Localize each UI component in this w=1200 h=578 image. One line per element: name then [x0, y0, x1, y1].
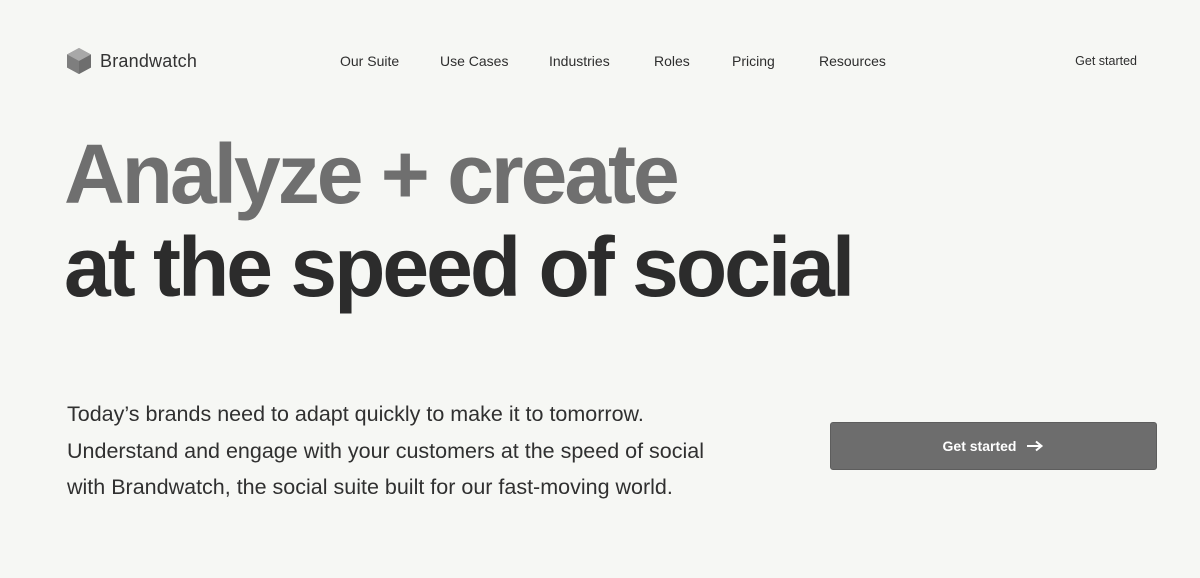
arrow-right-icon	[1027, 440, 1044, 452]
page: Brandwatch Our Suite Use Cases Industrie…	[0, 0, 1200, 578]
description-line: Today’s brands need to adapt quickly to …	[67, 402, 644, 426]
hero-headline: Analyze + create at the speed of social	[64, 127, 855, 314]
nav-item-industries[interactable]: Industries	[549, 53, 610, 69]
hero-description: Today’s brands need to adapt quickly to …	[67, 396, 787, 506]
nav-item-our-suite[interactable]: Our Suite	[340, 53, 399, 69]
nav-item-pricing[interactable]: Pricing	[732, 53, 775, 69]
nav-item-use-cases[interactable]: Use Cases	[440, 53, 508, 69]
site-header: Brandwatch Our Suite Use Cases Industrie…	[0, 0, 1200, 122]
headline-line-1: Analyze + create	[64, 127, 680, 221]
description-line: with Brandwatch, the social suite built …	[67, 475, 673, 499]
header-get-started-link[interactable]: Get started	[1075, 54, 1137, 68]
cta-label: Get started	[942, 438, 1017, 454]
main-nav: Our Suite Use Cases Industries Roles Pri…	[0, 53, 1200, 73]
nav-item-roles[interactable]: Roles	[654, 53, 690, 69]
hero-get-started-button[interactable]: Get started	[830, 422, 1157, 470]
nav-item-resources[interactable]: Resources	[819, 53, 886, 69]
description-line: Understand and engage with your customer…	[67, 438, 705, 463]
headline-line-2: at the speed of social	[64, 220, 855, 314]
